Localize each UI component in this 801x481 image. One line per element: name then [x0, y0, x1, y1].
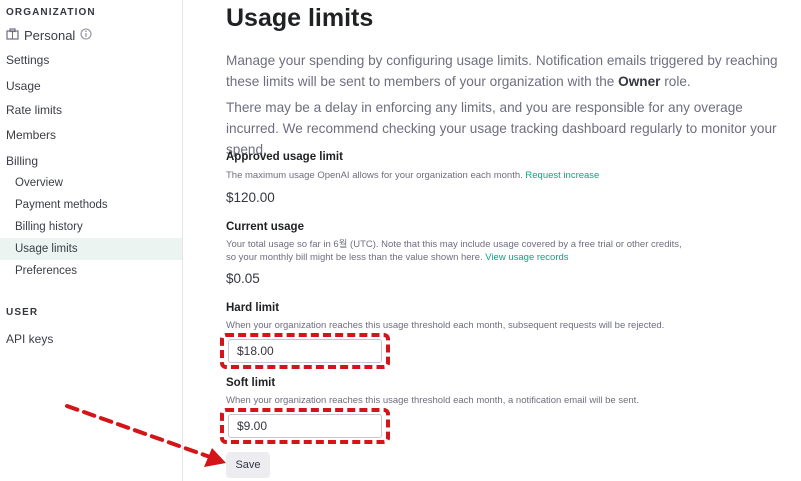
annotation-arrow-icon — [65, 404, 226, 467]
